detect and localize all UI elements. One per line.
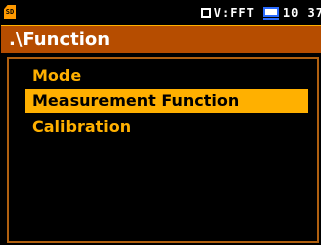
status-square-icon — [200, 8, 211, 18]
status-right-group: V:FFT 10 37 — [200, 4, 321, 22]
path-title: .\Function — [9, 29, 111, 50]
monitor-icon — [262, 6, 279, 20]
sd-card-label: SD — [5, 8, 15, 16]
sd-card-icon: SD — [4, 5, 16, 19]
menu-item-mode[interactable]: Mode — [25, 64, 81, 88]
menu-item-measurement-function[interactable]: Measurement Function — [25, 89, 308, 113]
menu-panel: Mode Measurement Function Calibration — [7, 57, 319, 243]
path-bar: .\Function — [1, 25, 321, 53]
clock-time: 10 37 — [282, 6, 321, 20]
device-screen: SD V:FFT 10 37 .\Function Mode Measureme… — [0, 0, 321, 245]
mode-indicator: V:FFT — [213, 6, 255, 20]
menu-item-calibration[interactable]: Calibration — [25, 115, 131, 139]
status-bar: SD V:FFT 10 37 — [1, 1, 321, 25]
